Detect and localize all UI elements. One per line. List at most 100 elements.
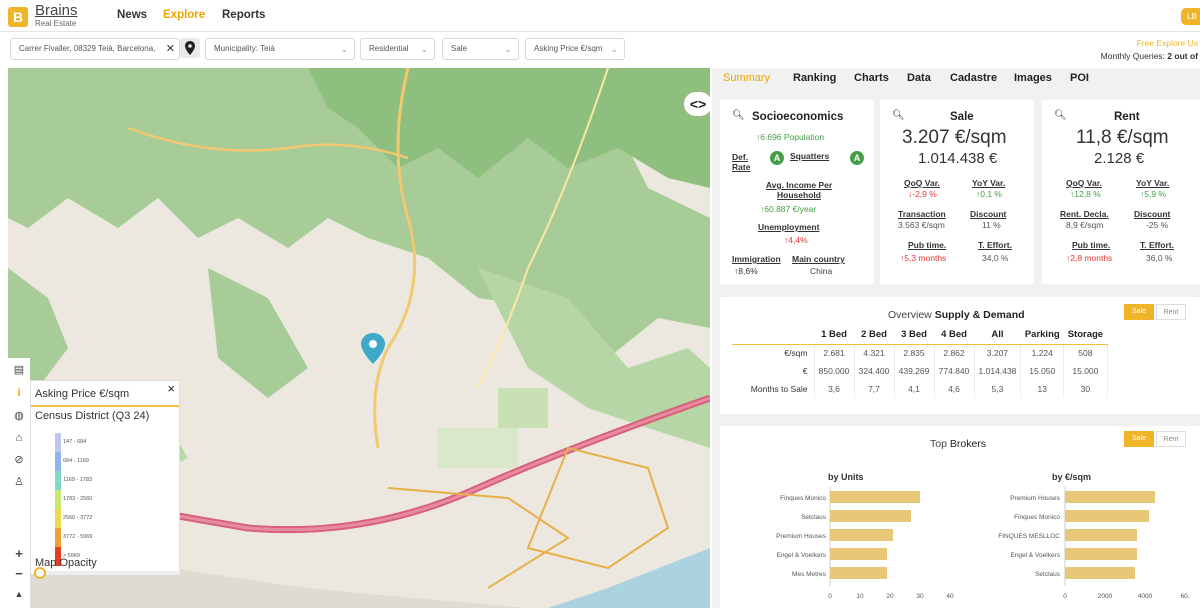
- sale-transaction-label[interactable]: Transaction: [898, 209, 946, 219]
- bar[interactable]: [1065, 548, 1137, 560]
- sale-discount-label[interactable]: Discount: [970, 209, 1006, 219]
- map-opacity-slider[interactable]: [36, 571, 180, 575]
- rent-pubtime-label[interactable]: Pub time.: [1072, 240, 1110, 250]
- location-pin-button[interactable]: [180, 38, 200, 58]
- tab-data[interactable]: Data: [907, 72, 931, 84]
- bar[interactable]: [1065, 529, 1137, 541]
- table-cell: 324.400: [854, 362, 895, 380]
- panel-tabs: Summary Ranking Charts Data Cadastre Ima…: [712, 68, 1200, 90]
- user-avatar[interactable]: LB: [1181, 8, 1200, 25]
- def-rate-label[interactable]: Def. Rate: [732, 152, 762, 172]
- main-country-label[interactable]: Main country: [792, 254, 845, 264]
- nav-reports[interactable]: Reports: [222, 9, 265, 21]
- bar[interactable]: [830, 491, 920, 503]
- sale-effort-label[interactable]: T. Effort.: [978, 240, 1012, 250]
- table-cell: 15.000: [1063, 362, 1108, 380]
- nav-news[interactable]: News: [117, 9, 147, 21]
- sale-yoy-label[interactable]: YoY Var.: [972, 178, 1005, 188]
- rent-declared-value: 8,9 €/sqm: [1066, 220, 1104, 230]
- immigration-label[interactable]: Immigration: [732, 254, 781, 264]
- unemployment-label[interactable]: Unemployment: [758, 222, 819, 232]
- map-opacity-handle[interactable]: [34, 567, 46, 579]
- chevron-down-icon: ⌄: [340, 44, 348, 54]
- queries-label: Monthly Queries:: [1100, 51, 1168, 61]
- tab-summary[interactable]: Summary: [723, 72, 770, 84]
- bar[interactable]: [830, 529, 893, 541]
- rent-qoq-text: 12,8 %: [1074, 189, 1101, 199]
- globe-icon[interactable]: ◍: [11, 408, 27, 424]
- tab-cadastre[interactable]: Cadastre: [950, 72, 997, 84]
- legend-swatch: [55, 509, 61, 528]
- zoom-in-button[interactable]: +: [11, 546, 27, 562]
- bar-category-label: Finques Monico: [780, 495, 826, 502]
- squatters-label[interactable]: Squatters: [790, 151, 829, 161]
- summary-panel: Summary Ranking Charts Data Cadastre Ima…: [712, 68, 1200, 608]
- search-icon[interactable]: 🔍︎: [892, 110, 905, 121]
- compass-icon[interactable]: ▲: [11, 586, 27, 602]
- save-icon[interactable]: ▤: [11, 362, 27, 378]
- rent-price-sqm: 11,8 €/sqm: [1076, 127, 1169, 148]
- collapse-panel-toggle[interactable]: <>: [684, 92, 712, 116]
- zoom-out-button[interactable]: −: [11, 566, 27, 582]
- bar[interactable]: [1065, 567, 1135, 579]
- rent-qoq-value: ↑12,8 %: [1070, 189, 1101, 199]
- search-icon[interactable]: 🔍︎: [732, 110, 745, 121]
- metric-select[interactable]: Asking Price €/sqm ⌄: [525, 38, 625, 60]
- address-search-input[interactable]: Carrer Fivaller, 08329 Teià, Barcelona, …: [10, 38, 180, 60]
- eye-off-icon[interactable]: ⊘: [11, 452, 27, 468]
- chevron-down-icon: ⌄: [610, 44, 618, 54]
- rent-discount-label[interactable]: Discount: [1134, 209, 1170, 219]
- sale-qoq-label[interactable]: QoQ Var.: [904, 178, 940, 188]
- brand-name[interactable]: Brains: [35, 2, 78, 19]
- bar[interactable]: [830, 548, 887, 560]
- search-icon[interactable]: 🔍︎: [1054, 110, 1067, 121]
- legend-range-label: 3772 - 5969: [63, 534, 93, 540]
- table-cell: 2.862: [934, 344, 975, 362]
- bar[interactable]: [830, 567, 887, 579]
- column-header: 3 Bed: [894, 326, 934, 345]
- municipality-select[interactable]: Municipality: Teià ⌄: [205, 38, 355, 60]
- legend-range-label: 2560 - 3772: [63, 515, 93, 521]
- tab-poi[interactable]: POI: [1070, 72, 1089, 84]
- sale-pubtime-label[interactable]: Pub time.: [908, 240, 946, 250]
- close-icon[interactable]: ×: [167, 381, 175, 396]
- queries-value: 2 out of: [1167, 51, 1198, 61]
- clear-address-icon[interactable]: ✕: [166, 39, 175, 59]
- info-icon[interactable]: i: [11, 385, 27, 401]
- bar[interactable]: [830, 510, 911, 522]
- bar[interactable]: [1065, 491, 1155, 503]
- nav-explore[interactable]: Explore: [163, 9, 205, 21]
- operation-select[interactable]: Sale ⌄: [442, 38, 519, 60]
- bar[interactable]: [1065, 510, 1149, 522]
- tab-ranking[interactable]: Ranking: [793, 72, 836, 84]
- rent-effort-label[interactable]: T. Effort.: [1140, 240, 1174, 250]
- sale-effort-value: 34,0 %: [982, 253, 1009, 263]
- income-text: 60.887 €/year: [764, 204, 817, 214]
- table-cell: 4,1: [894, 380, 935, 398]
- tab-charts[interactable]: Charts: [854, 72, 889, 84]
- table-row: Months to Sale 3,6 7,7 4,1 4,6 5,3 13 30: [732, 380, 1108, 398]
- rent-declared-label[interactable]: Rent. Decla.: [1060, 209, 1109, 219]
- tick-label: 10: [856, 593, 864, 600]
- unlock-icon[interactable]: ⌂: [11, 430, 27, 446]
- rent-qoq-label[interactable]: QoQ Var.: [1066, 178, 1102, 188]
- map-opacity-label: Map Opacity: [35, 557, 97, 569]
- property-type-value: Residential: [369, 44, 409, 53]
- rent-card: 🔍︎ Rent 11,8 €/sqm 2.128 € QoQ Var. YoY …: [1042, 100, 1200, 284]
- tab-images[interactable]: Images: [1014, 72, 1052, 84]
- table-cell: 3,6: [814, 380, 855, 398]
- tick-label: 20: [886, 593, 894, 600]
- table-cell: 7,7: [854, 380, 895, 398]
- rent-pubtime-value: ↑2,8 months: [1066, 253, 1112, 263]
- income-label[interactable]: Avg. Income Per Household: [754, 180, 844, 200]
- promo-link[interactable]: Free Explore Us: [1137, 38, 1198, 48]
- supply-rent-toggle[interactable]: Rent: [1156, 304, 1186, 320]
- person-icon[interactable]: ♙: [11, 474, 27, 490]
- rent-pubtime-text: 2,8 months: [1070, 253, 1113, 263]
- squatters-badge: A: [850, 151, 864, 165]
- rent-yoy-label[interactable]: YoY Var.: [1136, 178, 1169, 188]
- unemployment-text: 4,4%: [788, 235, 808, 245]
- supply-sale-toggle[interactable]: Sale: [1124, 304, 1154, 320]
- brand-logo-icon[interactable]: B: [8, 7, 28, 27]
- property-type-select[interactable]: Residential ⌄: [360, 38, 435, 60]
